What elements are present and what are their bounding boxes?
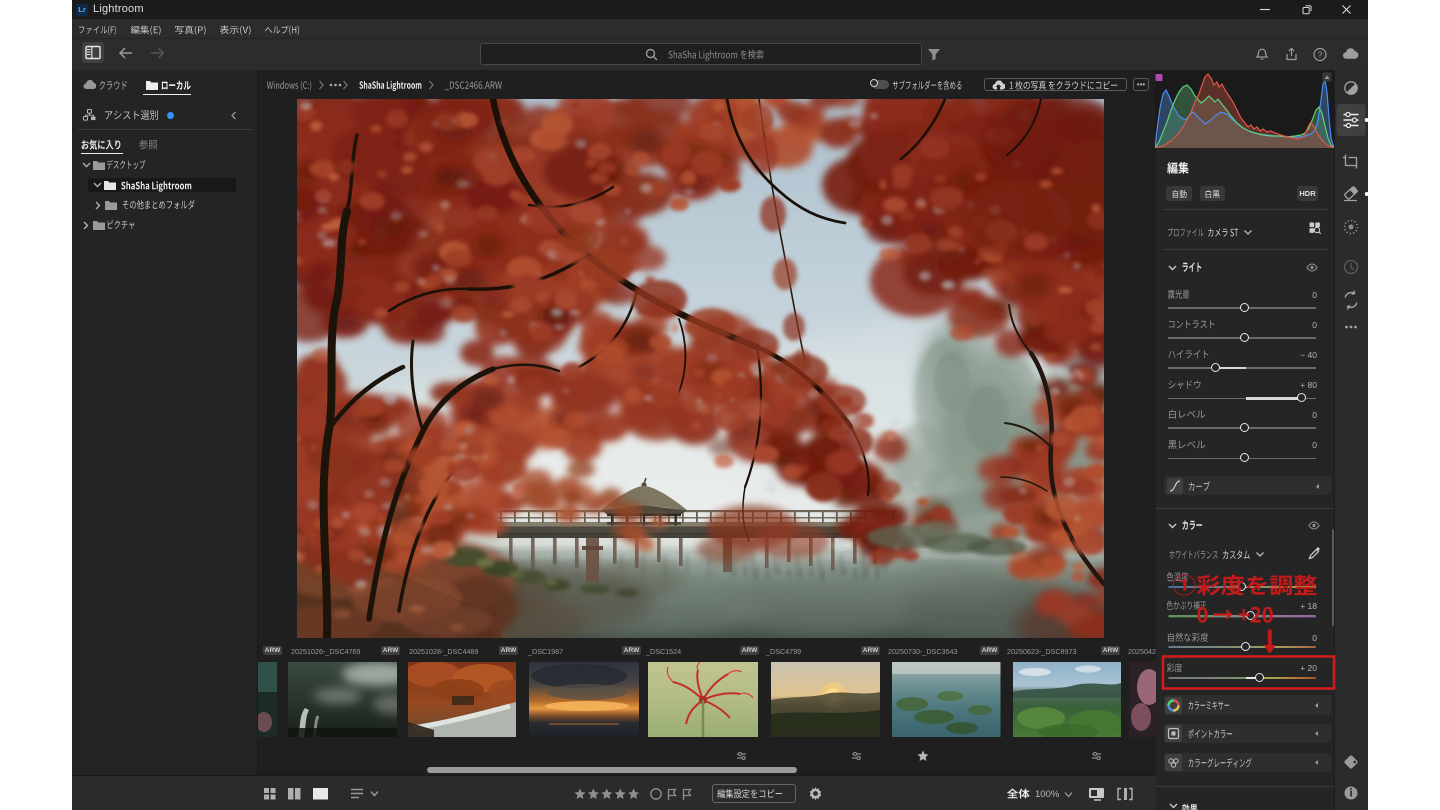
svg-text:?: ? [1318, 49, 1323, 59]
